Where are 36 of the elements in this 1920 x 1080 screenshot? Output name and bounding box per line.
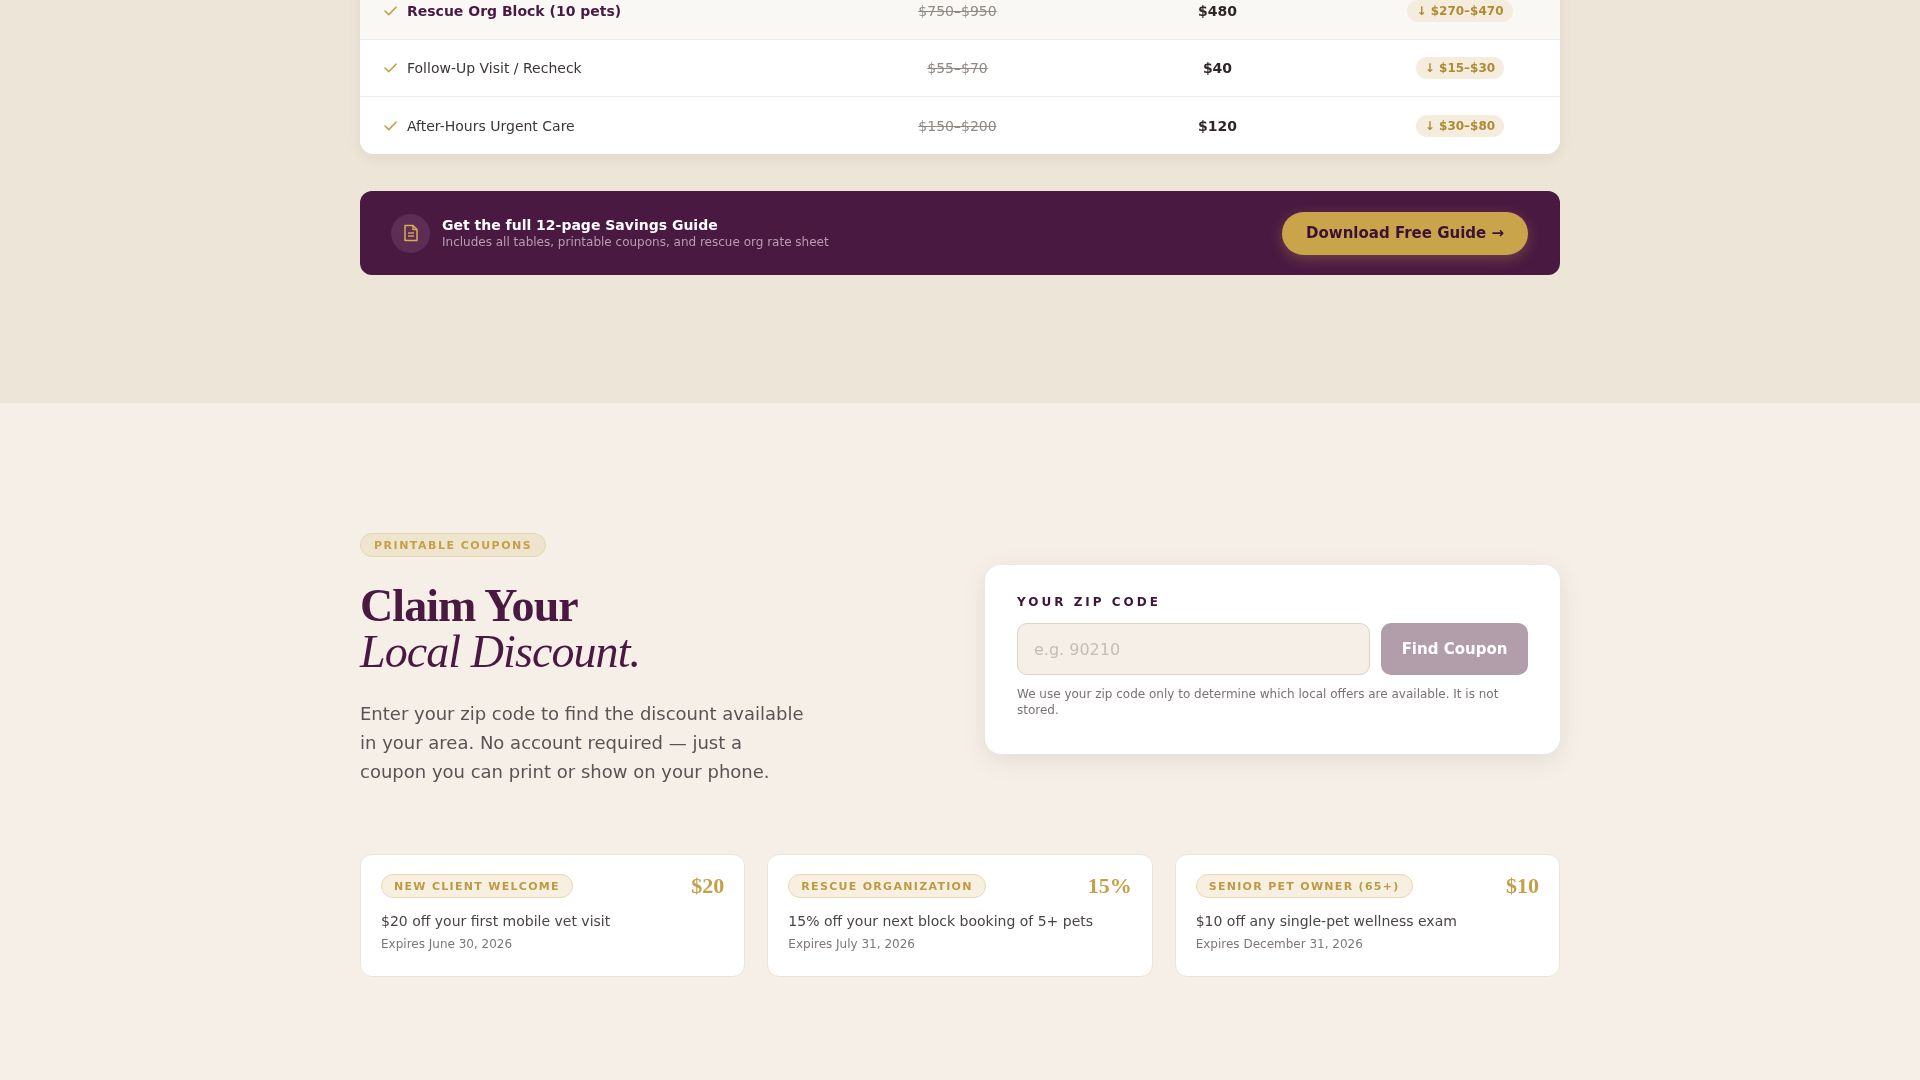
section-heading: Claim Your Local Discount. xyxy=(360,583,641,675)
service-name: After-Hours Urgent Care xyxy=(407,117,575,134)
section-eyebrow: PRINTABLE COUPONS xyxy=(360,533,547,557)
coupon-amount: 15% xyxy=(1087,873,1132,899)
coupon-tag: NEW CLIENT WELCOME xyxy=(381,874,573,898)
savings-badge: ↓ $30–$80 xyxy=(1415,114,1505,137)
coupon-tag: SENIOR PET OWNER (65+) xyxy=(1195,874,1413,898)
coupon-amount: $10 xyxy=(1506,873,1539,899)
savings-badge: ↓ $15–$30 xyxy=(1415,57,1505,79)
check-icon xyxy=(384,63,397,73)
download-button[interactable]: Download Free Guide → xyxy=(1282,211,1528,255)
coupon-tag: RESCUE ORGANIZATION xyxy=(788,874,986,898)
document-icon xyxy=(391,213,430,253)
coupon-description: $20 off your first mobile vet visit xyxy=(381,913,612,929)
intro-text: Enter your zip code to find the discount available in your area. No account required — just a coupon you can print or show on your phone. xyxy=(360,702,805,784)
struck-price: $750–$950 xyxy=(918,3,997,19)
struck-price: $150–$200 xyxy=(918,117,997,134)
price-text: $480 xyxy=(1198,3,1237,19)
coupon-expiry: Expires June 30, 2026 xyxy=(381,937,514,951)
price-text: $120 xyxy=(1198,117,1237,134)
coupon-description: $10 off any single-pet wellness exam xyxy=(1195,913,1458,929)
check-icon xyxy=(384,6,397,16)
savings-badge: ↓ $270–$470 xyxy=(1407,0,1513,22)
struck-price: $55–$70 xyxy=(927,60,988,76)
coupon-amount: $20 xyxy=(691,873,725,899)
banner-subtitle: Includes all tables, printable coupons, and rescue org rate sheet xyxy=(442,235,829,249)
coupon-description: 15% off your next block booking of 5+ pets xyxy=(788,913,1095,929)
check-icon xyxy=(384,120,397,131)
service-name: Rescue Org Block (10 pets) xyxy=(407,3,622,19)
service-name: Follow-Up Visit / Recheck xyxy=(407,60,582,76)
zip-label: YOUR ZIP CODE xyxy=(1017,595,1162,609)
coupon-expiry: Expires July 31, 2026 xyxy=(788,937,916,951)
privacy-note: We use your zip code only to determine which local offers are available. It is not stored. xyxy=(1017,686,1500,718)
banner-title: Get the full 12-page Savings Guide xyxy=(442,217,719,233)
coupon-expiry: Expires December 31, 2026 xyxy=(1195,937,1364,951)
price-text: $40 xyxy=(1202,60,1233,76)
